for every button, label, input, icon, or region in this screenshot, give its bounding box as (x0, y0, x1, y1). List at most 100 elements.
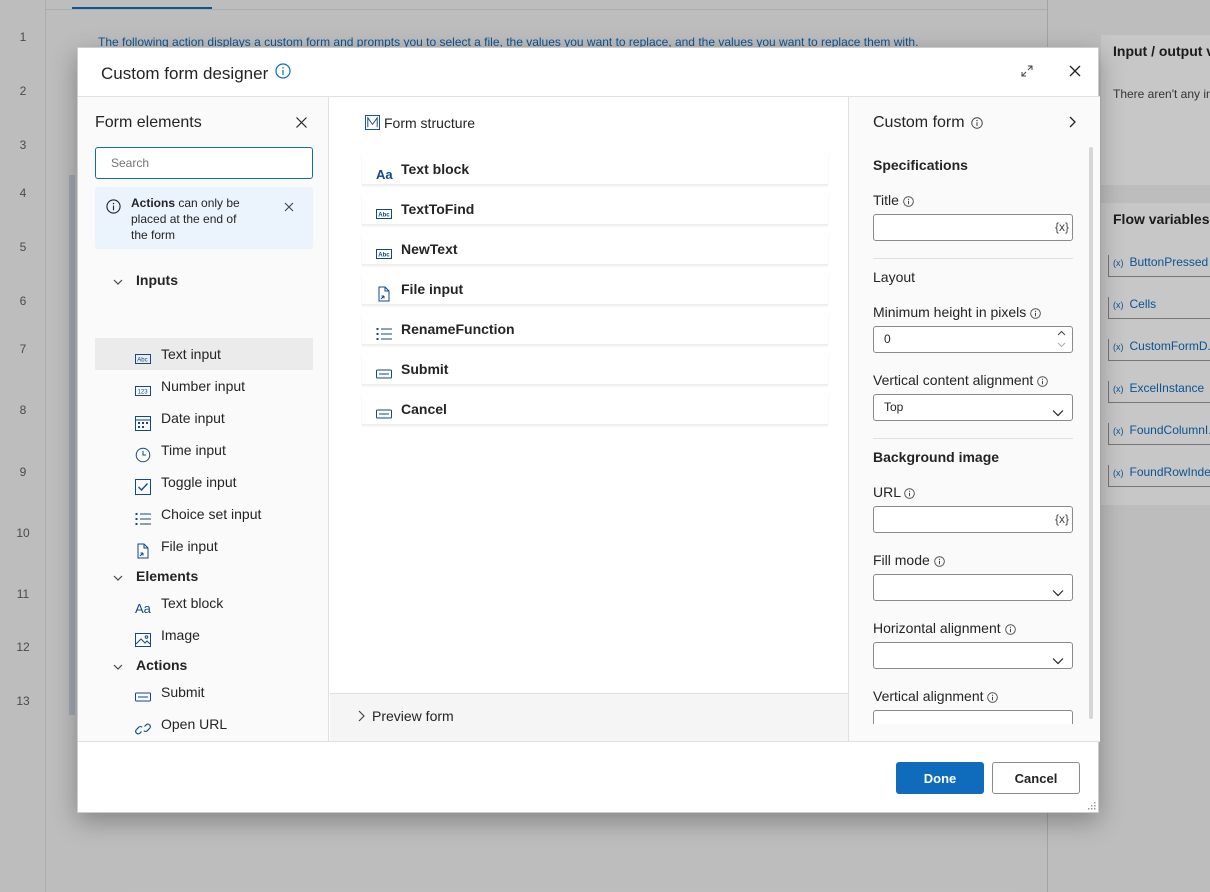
divider (873, 438, 1073, 439)
element-text-block[interactable]: Aa Text block (95, 587, 313, 619)
structure-item[interactable]: Abc NewText (362, 233, 828, 265)
vertical-content-select[interactable]: Top (873, 394, 1073, 421)
text-input-icon: Abc (376, 241, 392, 259)
image-icon (135, 627, 151, 647)
dialog-title: Custom form designer (101, 64, 269, 83)
list-icon (135, 506, 151, 525)
structure-item[interactable]: Cancel (362, 393, 828, 425)
chevron-down-icon (1052, 582, 1064, 607)
preview-form-label: Preview form (372, 708, 454, 724)
text-block-icon: Aa (376, 161, 393, 182)
chevron-down-icon[interactable] (112, 571, 124, 587)
element-submit[interactable]: Submit (95, 676, 313, 708)
search-input[interactable] (95, 147, 313, 179)
dismiss-note-icon[interactable] (284, 199, 294, 215)
layout-heading: Layout (873, 269, 916, 285)
chevron-down-icon (1052, 717, 1064, 724)
svg-text:Aa: Aa (135, 601, 152, 616)
properties-title: Custom form (873, 114, 965, 131)
divider (78, 741, 1100, 742)
stepper-arrows-icon[interactable] (1057, 328, 1066, 359)
list-icon (376, 321, 392, 340)
form-structure-title: Form structure (384, 115, 476, 131)
group-inputs[interactable]: Inputs (136, 272, 178, 288)
link-icon (135, 716, 151, 735)
text-input-icon: Abc (135, 346, 151, 364)
structure-item[interactable]: Aa Text block (362, 153, 828, 185)
min-height-label: Minimum height in pixels (873, 304, 1041, 320)
close-pane-icon[interactable] (295, 116, 308, 132)
element-choice-set-input[interactable]: Choice set input (95, 498, 313, 530)
info-note: Actions can only be placed at the end of… (95, 187, 313, 249)
done-button[interactable]: Done (896, 762, 984, 794)
expand-icon[interactable] (1020, 64, 1034, 81)
svg-text:Abc: Abc (378, 253, 390, 259)
info-icon (904, 488, 916, 499)
info-icon (1004, 624, 1016, 635)
close-icon[interactable] (1068, 64, 1082, 81)
text-input-icon: Abc (376, 201, 392, 219)
structure-item[interactable]: RenameFunction (362, 313, 828, 345)
url-input[interactable]: {x} (873, 506, 1073, 533)
group-elements[interactable]: Elements (136, 568, 198, 584)
structure-item[interactable]: File input (362, 273, 828, 305)
element-time-input[interactable]: Time input (95, 434, 313, 466)
submit-icon (376, 401, 392, 419)
horizontal-alignment-select[interactable] (873, 642, 1073, 669)
svg-text:Abc: Abc (378, 213, 390, 219)
properties-pane: Custom form Specifications Title {x} Lay… (848, 97, 1100, 741)
form-elements-title: Form elements (95, 114, 202, 131)
checkbox-icon (135, 474, 151, 495)
variable-picker-icon[interactable]: {x} (1055, 215, 1069, 240)
custom-form-designer-dialog: Custom form designer Form elements Actio… (77, 47, 1100, 816)
structure-item[interactable]: Abc TextToFind (362, 193, 828, 225)
info-icon (933, 556, 945, 567)
element-open-url[interactable]: Open URL (95, 708, 313, 740)
min-height-stepper[interactable]: 0 (873, 326, 1073, 353)
chevron-down-icon (1052, 402, 1064, 427)
info-icon[interactable] (971, 116, 983, 132)
info-icon (106, 199, 121, 217)
info-icon (1037, 376, 1048, 387)
preview-form-toggle[interactable]: Preview form (330, 693, 848, 741)
file-icon (376, 281, 392, 302)
chevron-down-icon (1052, 650, 1064, 675)
fill-mode-select[interactable] (873, 574, 1073, 601)
form-structure-icon (365, 115, 380, 133)
element-file-input[interactable]: File input (95, 530, 313, 562)
structure-item[interactable]: Submit (362, 353, 828, 385)
variable-picker-icon[interactable]: {x} (1055, 507, 1069, 532)
title-label: Title (873, 192, 914, 208)
cancel-button[interactable]: Cancel (992, 762, 1080, 794)
resize-grip-icon[interactable] (1085, 800, 1097, 816)
submit-icon (376, 361, 392, 379)
text-block-icon: Aa (135, 595, 152, 616)
info-icon (903, 196, 914, 207)
properties-scrollbar[interactable] (1089, 147, 1093, 719)
form-elements-pane: Form elements Actions can only be placed… (78, 97, 329, 741)
clock-icon (135, 442, 151, 463)
element-number-input[interactable]: 123 Number input (95, 370, 313, 402)
svg-text:Abc: Abc (137, 358, 147, 364)
calendar-icon (135, 410, 151, 431)
info-icon[interactable] (275, 63, 291, 82)
group-actions[interactable]: Actions (136, 657, 187, 673)
chevron-right-icon (356, 709, 366, 726)
element-text-input[interactable]: Abc Text input (95, 338, 313, 370)
svg-text:Aa: Aa (376, 167, 393, 182)
svg-text:123: 123 (138, 390, 149, 396)
element-date-input[interactable]: Date input (95, 402, 313, 434)
vertical-alignment-select[interactable] (873, 710, 1073, 724)
chevron-down-icon[interactable] (112, 275, 124, 291)
note-text: Actions can only be placed at the end of… (131, 196, 240, 242)
horizontal-alignment-label: Horizontal alignment (873, 620, 1016, 636)
chevron-down-icon[interactable] (112, 660, 124, 676)
vertical-alignment-label: Vertical alignment (873, 688, 999, 704)
chevron-right-icon[interactable] (1067, 115, 1077, 132)
element-toggle-input[interactable]: Toggle input (95, 466, 313, 498)
element-image[interactable]: Image (95, 619, 313, 651)
url-label: URL (873, 484, 916, 500)
file-icon (135, 538, 151, 559)
title-input[interactable]: {x} (873, 214, 1073, 241)
info-icon (987, 692, 999, 703)
